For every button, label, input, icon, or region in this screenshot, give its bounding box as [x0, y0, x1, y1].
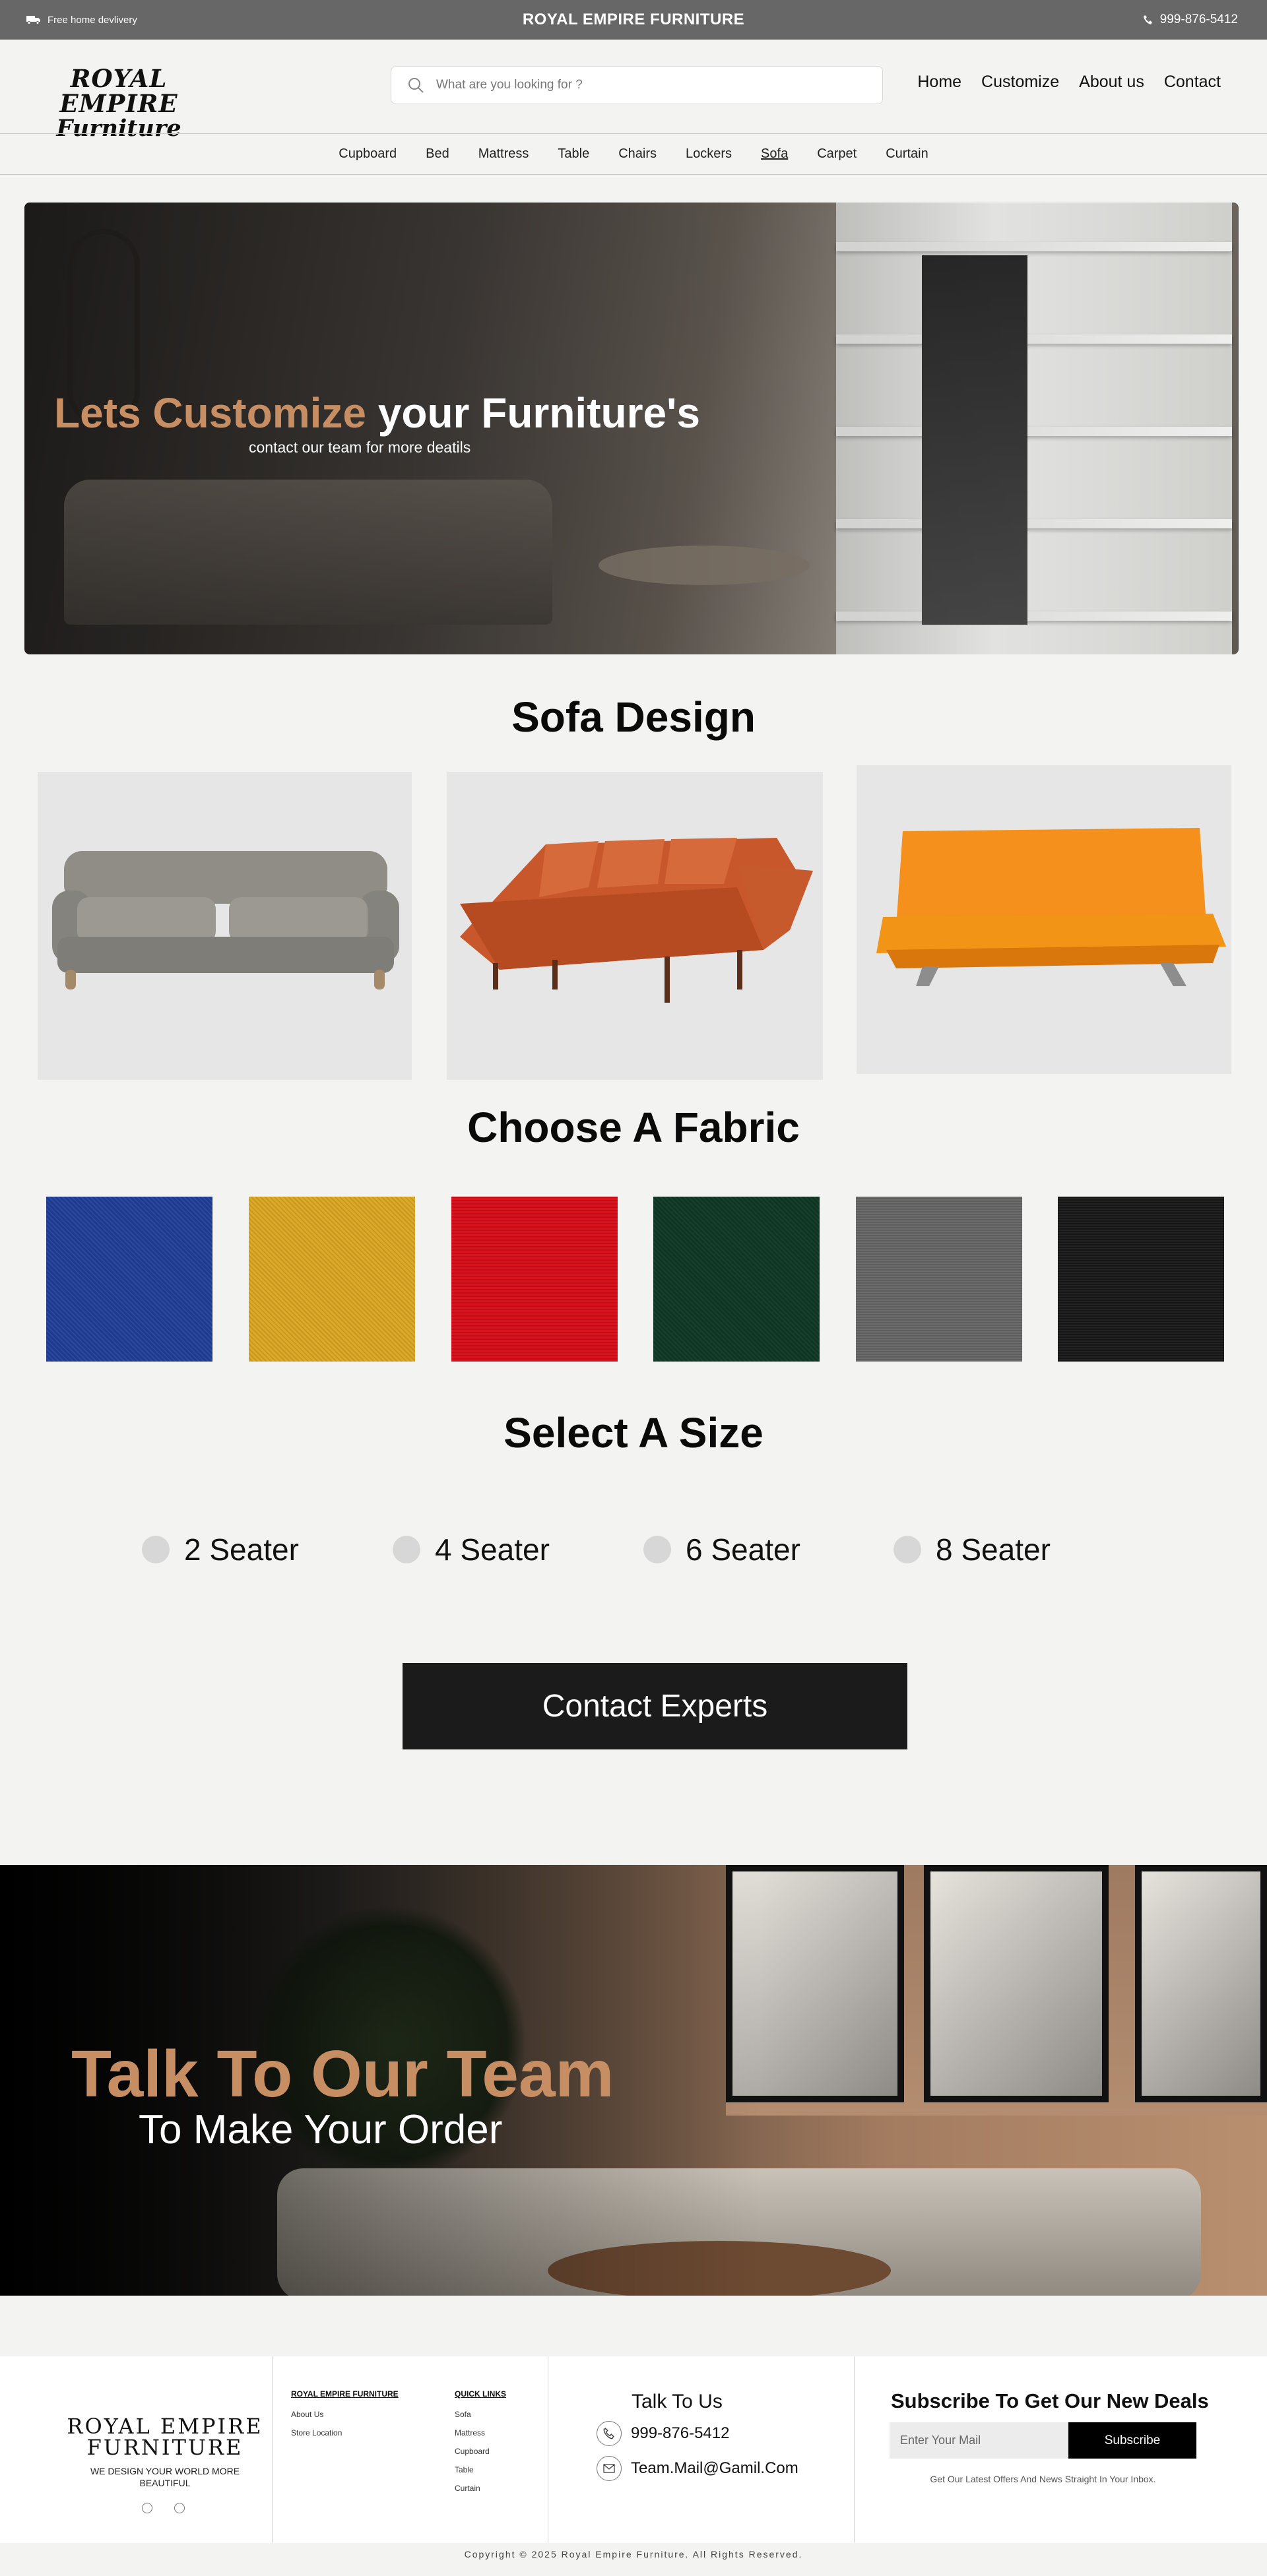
subscribe-email-input[interactable]: [890, 2422, 1068, 2459]
logo-line-1: ROYAL EMPIRE: [59, 64, 178, 118]
fabric-swatch-red[interactable]: [451, 1197, 618, 1362]
footer-phone[interactable]: 999-876-5412: [597, 2421, 729, 2446]
search-icon[interactable]: [407, 77, 424, 94]
footer-column-company: ROYAL EMPIRE FURNITURE About Us Store Lo…: [291, 2389, 399, 2442]
fabric-swatch-yellow[interactable]: [249, 1197, 415, 1362]
footer: ROYAL EMPIRE FURNITURE WE DESIGN YOUR WO…: [0, 2356, 1267, 2543]
instagram-icon[interactable]: [174, 2503, 185, 2513]
footer-logo[interactable]: ROYAL EMPIRE FURNITURE: [66, 2416, 264, 2458]
size-label: 8 Seater: [936, 1532, 1051, 1567]
size-option-4-seater[interactable]: 4 Seater: [393, 1532, 550, 1567]
subscribe-note: Get Our Latest Offers And News Straight …: [930, 2474, 1156, 2484]
footer-logo-line-2: FURNITURE: [86, 2435, 244, 2460]
category-chairs[interactable]: Chairs: [618, 146, 657, 162]
leather-sofa-image: [460, 838, 813, 1003]
talk-to-us-title: Talk To Us: [632, 2391, 723, 2412]
fabric-swatch-blue[interactable]: [46, 1197, 212, 1362]
footer-link-store-location[interactable]: Store Location: [291, 2424, 399, 2442]
mail-icon: [597, 2456, 622, 2481]
main-nav: Home Customize About us Contact: [917, 73, 1221, 92]
fabric-swatch-grey[interactable]: [856, 1197, 1022, 1362]
hero-title-rest: your Furniture's: [366, 389, 700, 437]
footer-phone-number: 999-876-5412: [631, 2424, 730, 2442]
size-option-8-seater[interactable]: 8 Seater: [893, 1532, 1051, 1567]
footer-logo-line-1: ROYAL EMPIRE: [67, 2414, 263, 2439]
hero-subtitle: contact our team for more deatils: [249, 439, 471, 456]
top-bar-brand: ROYAL EMPIRE FURNITURE: [522, 11, 745, 28]
nav-contact[interactable]: Contact: [1164, 73, 1221, 92]
footer-link-sofa[interactable]: Sofa: [455, 2405, 506, 2424]
radio-button[interactable]: [142, 1536, 170, 1563]
search-bar[interactable]: [391, 66, 883, 104]
sofa-design-title: Sofa Design: [511, 693, 756, 741]
nav-home[interactable]: Home: [917, 73, 961, 92]
sofa-card-orange[interactable]: [857, 765, 1231, 1074]
nav-customize[interactable]: Customize: [981, 73, 1059, 92]
hero-title: Lets Customize your Furniture's: [54, 389, 700, 437]
subscribe-button[interactable]: Subscribe: [1068, 2422, 1196, 2459]
category-lockers[interactable]: Lockers: [686, 146, 732, 162]
footer-tagline: WE DESIGN YOUR WORLD MORE BEAUTIFUL: [90, 2466, 240, 2488]
sofa-card-leather[interactable]: [447, 772, 823, 1080]
phone-icon: [597, 2421, 622, 2446]
size-title: Select A Size: [504, 1409, 763, 1457]
size-label: 6 Seater: [686, 1532, 800, 1567]
site-logo[interactable]: ROYAL EMPIRE Furniture: [26, 66, 211, 141]
team-title: Talk To Our Team: [71, 2037, 614, 2111]
divider: [0, 174, 1267, 175]
footer-link-cupboard[interactable]: Cupboard: [455, 2442, 506, 2461]
team-subtitle: To Make Your Order: [139, 2107, 503, 2152]
contact-experts-button[interactable]: Contact Experts: [403, 1663, 907, 1749]
subscribe-title: Subscribe To Get Our New Deals: [891, 2389, 1209, 2412]
radio-button[interactable]: [643, 1536, 671, 1563]
fabric-title: Choose A Fabric: [467, 1104, 800, 1151]
footer-link-curtain[interactable]: Curtain: [455, 2479, 506, 2497]
fabric-swatch-black[interactable]: [1058, 1197, 1224, 1362]
radio-button[interactable]: [893, 1536, 921, 1563]
footer-email-address: Team.Mail@Gamil.Com: [631, 2459, 798, 2477]
search-input[interactable]: [436, 78, 845, 92]
footer-link-about-us[interactable]: About Us: [291, 2405, 399, 2424]
footer-column-title: QUICK LINKS: [455, 2389, 506, 2399]
grey-sofa-image: [52, 851, 399, 990]
copyright: Copyright © 2025 Royal Empire Furniture.…: [0, 2543, 1267, 2576]
footer-email[interactable]: Team.Mail@Gamil.Com: [597, 2456, 798, 2481]
footer-divider: [854, 2356, 855, 2543]
size-label: 2 Seater: [184, 1532, 299, 1567]
team-banner: Talk To Our Team To Make Your Order: [0, 1865, 1267, 2296]
category-carpet[interactable]: Carpet: [817, 146, 857, 162]
hero-banner: Lets Customize your Furniture's contact …: [24, 203, 1239, 654]
size-label: 4 Seater: [435, 1532, 550, 1567]
category-cupboard[interactable]: Cupboard: [339, 146, 397, 162]
phone-number: 999-876-5412: [1159, 13, 1238, 26]
orange-sofa-image: [876, 828, 1226, 986]
footer-link-mattress[interactable]: Mattress: [455, 2424, 506, 2442]
category-mattress[interactable]: Mattress: [478, 146, 529, 162]
footer-column-title: ROYAL EMPIRE FURNITURE: [291, 2389, 399, 2399]
footer-divider: [272, 2356, 273, 2543]
category-bed[interactable]: Bed: [426, 146, 449, 162]
phone-icon: [1143, 15, 1152, 24]
facebook-icon[interactable]: [142, 2503, 152, 2513]
nav-about-us[interactable]: About us: [1079, 73, 1144, 92]
size-option-2-seater[interactable]: 2 Seater: [142, 1532, 299, 1567]
hero-title-accent: Lets Customize: [54, 389, 366, 437]
category-sofa[interactable]: Sofa: [761, 146, 788, 162]
category-table[interactable]: Table: [558, 146, 589, 162]
footer-link-table[interactable]: Table: [455, 2461, 506, 2479]
size-option-6-seater[interactable]: 6 Seater: [643, 1532, 800, 1567]
radio-button[interactable]: [393, 1536, 420, 1563]
category-nav: Cupboard Bed Mattress Table Chairs Locke…: [0, 134, 1267, 173]
fabric-swatch-green[interactable]: [653, 1197, 820, 1362]
top-bar-phone[interactable]: 999-876-5412: [1143, 0, 1238, 40]
category-curtain[interactable]: Curtain: [886, 146, 928, 162]
top-bar: Free home devlivery ROYAL EMPIRE FURNITU…: [0, 0, 1267, 40]
sofa-card-grey[interactable]: [38, 772, 412, 1080]
footer-column-quick-links: QUICK LINKS Sofa Mattress Cupboard Table…: [455, 2389, 506, 2497]
